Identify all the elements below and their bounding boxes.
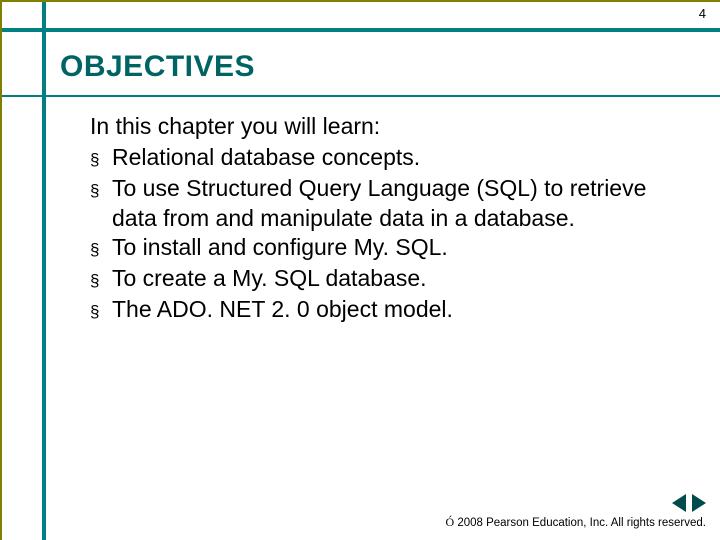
bullet-text: To install and configure My. SQL. <box>112 233 660 262</box>
bullet-text: The ADO. NET 2. 0 object model. <box>112 295 660 324</box>
bullet-marker: § <box>90 264 112 295</box>
horizontal-rule-bottom <box>2 95 720 97</box>
next-slide-icon[interactable] <box>692 494 706 512</box>
nav-controls <box>672 494 706 512</box>
list-item: §To create a My. SQL database. <box>90 264 660 295</box>
intro-text: In this chapter you will learn: <box>90 112 660 141</box>
footer: Ó 2008 Pearson Education, Inc. All right… <box>445 515 706 530</box>
slide: 4 OBJECTIVES In this chapter you will le… <box>0 0 720 540</box>
bullet-marker: § <box>90 174 112 205</box>
bullet-marker: § <box>90 233 112 264</box>
bullet-marker: § <box>90 143 112 174</box>
bullet-text: To use Structured Query Language (SQL) t… <box>112 174 660 233</box>
page-number: 4 <box>699 6 706 21</box>
bullet-text: Relational database concepts. <box>112 143 660 172</box>
bullet-list: §Relational database concepts.§To use St… <box>90 143 660 326</box>
content-body: In this chapter you will learn: §Relatio… <box>90 112 660 326</box>
list-item: §The ADO. NET 2. 0 object model. <box>90 295 660 326</box>
list-item: §To install and configure My. SQL. <box>90 233 660 264</box>
prev-slide-icon[interactable] <box>672 494 686 512</box>
copyright-text: Ó 2008 Pearson Education, Inc. All right… <box>445 515 706 530</box>
top-border <box>0 0 720 2</box>
bullet-text: To create a My. SQL database. <box>112 264 660 293</box>
horizontal-rule-top <box>2 28 720 32</box>
copyright-symbol: Ó <box>445 515 454 529</box>
list-item: §Relational database concepts. <box>90 143 660 174</box>
vertical-rule <box>42 2 46 540</box>
left-border <box>0 0 2 540</box>
copyright-body: 2008 Pearson Education, Inc. All rights … <box>454 517 706 529</box>
bullet-marker: § <box>90 295 112 326</box>
slide-title: OBJECTIVES <box>60 50 255 84</box>
list-item: §To use Structured Query Language (SQL) … <box>90 174 660 233</box>
